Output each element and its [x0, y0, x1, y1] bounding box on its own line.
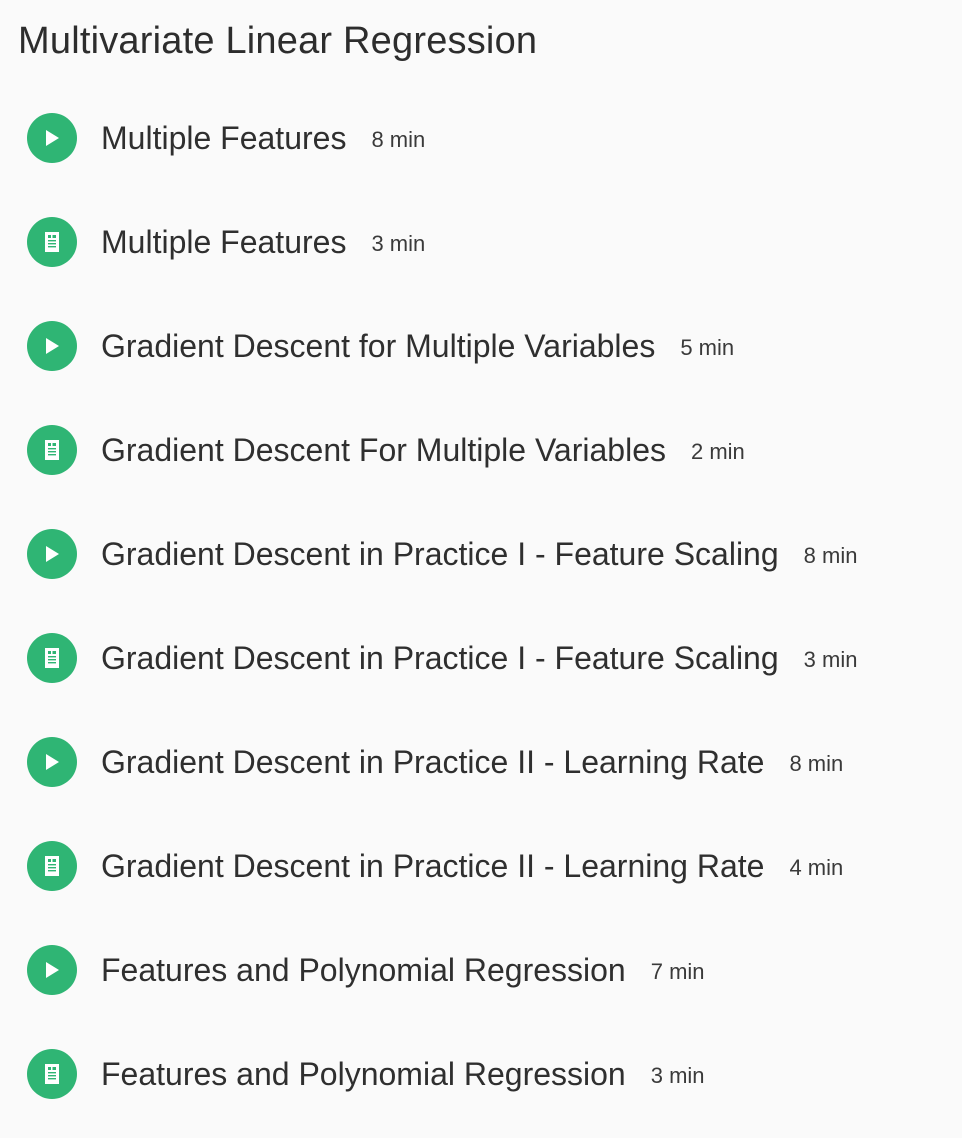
document-icon — [27, 425, 77, 475]
lesson-item-video[interactable]: Multiple Features 8 min — [0, 86, 962, 190]
lesson-item-video[interactable]: Gradient Descent in Practice I - Feature… — [0, 502, 962, 606]
lesson-duration: 2 min — [690, 439, 745, 464]
lesson-item-video[interactable]: Gradient Descent for Multiple Variables … — [0, 294, 962, 398]
lesson-item-video[interactable]: Features and Polynomial Regression 7 min — [0, 918, 962, 1022]
lesson-title: Features and Polynomial Regression — [101, 1056, 626, 1092]
document-icon — [27, 1049, 77, 1099]
course-module-page: Multivariate Linear Regression Multiple … — [0, 0, 962, 1138]
lesson-duration: 4 min — [789, 855, 844, 880]
lesson-title: Gradient Descent in Practice II - Learni… — [101, 744, 765, 780]
play-icon — [27, 113, 77, 163]
lesson-title: Gradient Descent for Multiple Variables — [101, 328, 656, 364]
lesson-title: Features and Polynomial Regression — [101, 952, 626, 988]
play-icon — [27, 321, 77, 371]
play-icon — [27, 945, 77, 995]
lesson-item-reading[interactable]: Multiple Features 3 min — [0, 190, 962, 294]
document-icon — [27, 217, 77, 267]
lesson-title: Gradient Descent For Multiple Variables — [101, 432, 666, 468]
lesson-title: Multiple Features — [101, 224, 347, 260]
document-icon — [27, 633, 77, 683]
lesson-item-reading[interactable]: Gradient Descent in Practice I - Feature… — [0, 606, 962, 710]
lesson-duration: 8 min — [371, 127, 426, 152]
lesson-item-reading[interactable]: Gradient Descent For Multiple Variables … — [0, 398, 962, 502]
lesson-item-reading[interactable]: Features and Polynomial Regression 3 min — [0, 1022, 962, 1126]
lesson-title: Gradient Descent in Practice II - Learni… — [101, 848, 765, 884]
lesson-list: Multiple Features 8 min Multiple Feature… — [0, 86, 962, 1126]
play-icon — [27, 529, 77, 579]
lesson-duration: 8 min — [803, 543, 858, 568]
document-icon — [27, 841, 77, 891]
lesson-duration: 3 min — [650, 1063, 705, 1088]
lesson-duration: 7 min — [650, 959, 705, 984]
section-title: Multivariate Linear Regression — [18, 20, 538, 62]
lesson-title: Gradient Descent in Practice I - Feature… — [101, 536, 779, 572]
lesson-duration: 8 min — [789, 751, 844, 776]
lesson-duration: 3 min — [803, 647, 858, 672]
lesson-title: Gradient Descent in Practice I - Feature… — [101, 640, 779, 676]
lesson-duration: 3 min — [371, 231, 426, 256]
play-icon — [27, 737, 77, 787]
lesson-item-reading[interactable]: Gradient Descent in Practice II - Learni… — [0, 814, 962, 918]
lesson-item-video[interactable]: Gradient Descent in Practice II - Learni… — [0, 710, 962, 814]
lesson-duration: 5 min — [680, 335, 735, 360]
lesson-title: Multiple Features — [101, 120, 347, 156]
